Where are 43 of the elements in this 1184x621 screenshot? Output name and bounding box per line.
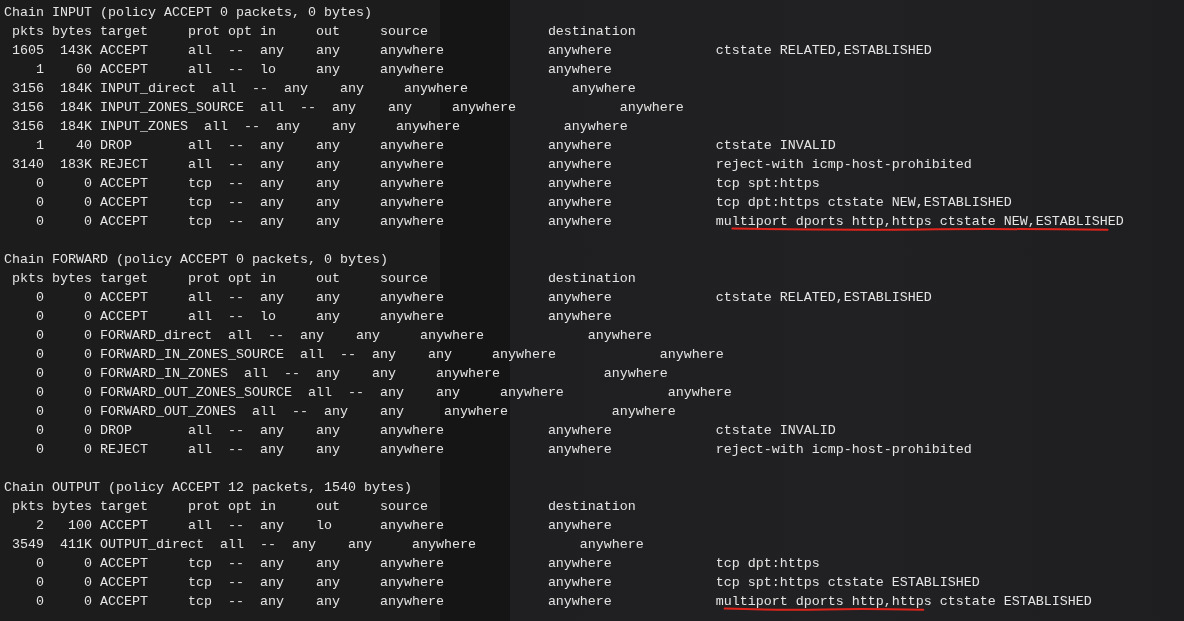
rule-line: 0 0 FORWARD_IN_ZONES_SOURCE all -- any any anywhere anywhere bbox=[35, 346, 724, 364]
rule-line: 0 0 ACCEPT tcp -- any any anywhere anywhere bbox=[35, 555, 613, 573]
match-text: tcp dpt:https bbox=[715, 555, 820, 573]
rule-line: 3140 183K REJECT all -- any any anywhere anywhere bbox=[11, 156, 613, 174]
match-text: reject-with icmp-host-prohibited bbox=[715, 156, 972, 174]
match-text: tcp dpt:https ctstate NEW,ESTABLISHED bbox=[715, 194, 1012, 212]
match-text: ctstate RELATED,ESTABLISHED bbox=[715, 42, 932, 60]
rule-line: 0 0 FORWARD_OUT_ZONES_SOURCE all -- any any anywhere anywhere bbox=[35, 384, 732, 402]
match-text: ctstate INVALID bbox=[715, 137, 836, 155]
match-text: reject-with icmp-host-prohibited bbox=[715, 441, 972, 459]
rule-line: 2 100 ACCEPT all -- any lo anywhere anywhere bbox=[35, 517, 613, 535]
rule-line: 0 0 REJECT all -- any any anywhere anywhere bbox=[35, 441, 613, 459]
match-text: ctstate RELATED,ESTABLISHED bbox=[715, 289, 932, 307]
rule-line: 0 0 FORWARD_OUT_ZONES all -- any any anywhere anywhere bbox=[35, 403, 677, 421]
rule-line: 0 0 ACCEPT tcp -- any any anywhere anywhere bbox=[35, 593, 613, 611]
rule-line: 0 0 FORWARD_IN_ZONES all -- any any anywhere anywhere bbox=[35, 365, 669, 383]
rule-line: 3156 184K INPUT_ZONES_SOURCE all -- any any anywhere anywhere bbox=[11, 99, 685, 117]
column-header: pkts bytes target prot opt in out source destination bbox=[11, 498, 637, 516]
chain-title: Chain OUTPUT (policy ACCEPT 12 packets, 1540 bytes) bbox=[4, 479, 413, 497]
match-text: ctstate INVALID bbox=[715, 422, 836, 440]
chain-title: Chain FORWARD (policy ACCEPT 0 packets, 0 bytes) bbox=[4, 251, 389, 269]
rule-line: 1605 143K ACCEPT all -- any any anywhere anywhere bbox=[11, 42, 613, 60]
match-text: multiport dports http,https ctstate NEW,ESTABLISHED bbox=[715, 213, 1124, 231]
rule-line: 0 0 ACCEPT all -- lo any anywhere anywhere bbox=[35, 308, 613, 326]
rule-line: 0 0 ACCEPT tcp -- any any anywhere anywhere bbox=[35, 175, 613, 193]
rule-line: 3156 184K INPUT_direct all -- any any anywhere anywhere bbox=[11, 80, 637, 98]
rule-line: 1 60 ACCEPT all -- lo any anywhere anywhere bbox=[35, 61, 613, 79]
match-text: tcp spt:https ctstate ESTABLISHED bbox=[715, 574, 980, 592]
rule-line: 0 0 DROP all -- any any anywhere anywhere bbox=[35, 422, 613, 440]
rule-line: 0 0 ACCEPT tcp -- any any anywhere anywhere bbox=[35, 213, 613, 231]
column-header: pkts bytes target prot opt in out source destination bbox=[11, 270, 637, 288]
rule-line: 3549 411K OUTPUT_direct all -- any any anywhere anywhere bbox=[11, 536, 645, 554]
chain-title: Chain INPUT (policy ACCEPT 0 packets, 0 bytes) bbox=[4, 4, 373, 22]
rule-line: 0 0 ACCEPT tcp -- any any anywhere anywhere bbox=[35, 194, 613, 212]
match-text: ctstate ESTABLISHED bbox=[939, 593, 1092, 611]
rule-line: 0 0 FORWARD_direct all -- any any anywhere anywhere bbox=[35, 327, 653, 345]
column-header: pkts bytes target prot opt in out source destination bbox=[11, 23, 637, 41]
rule-line: 1 40 DROP all -- any any anywhere anywhere bbox=[35, 137, 613, 155]
match-text: multiport dports http,https bbox=[715, 593, 932, 611]
rule-line: 0 0 ACCEPT tcp -- any any anywhere anywhere bbox=[35, 574, 613, 592]
match-text: tcp spt:https bbox=[715, 175, 820, 193]
rule-line: 0 0 ACCEPT all -- any any anywhere anywhere bbox=[35, 289, 613, 307]
rule-line: 3156 184K INPUT_ZONES all -- any any anywhere anywhere bbox=[11, 118, 629, 136]
